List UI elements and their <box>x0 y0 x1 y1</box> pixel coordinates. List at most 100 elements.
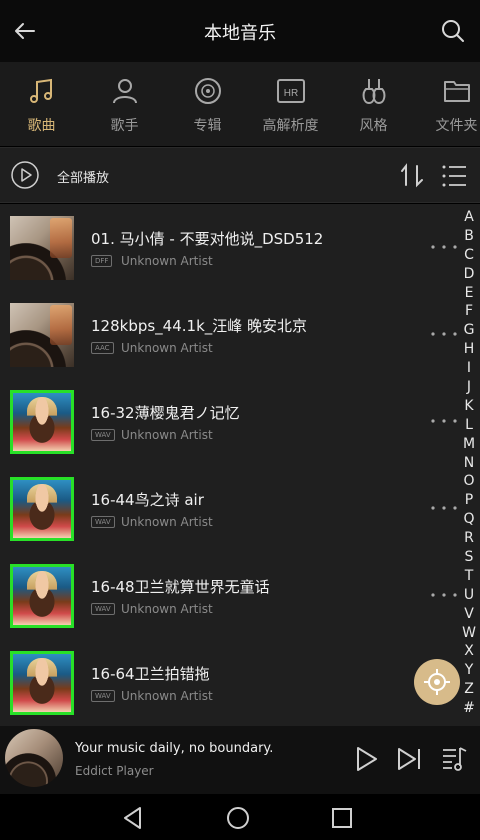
now-playing-title: Your music daily, no boundary. <box>75 741 274 756</box>
album-cover <box>10 651 74 715</box>
now-playing-art <box>5 729 63 787</box>
playlist-queue-icon[interactable] <box>440 744 468 774</box>
play-icon[interactable] <box>352 744 380 774</box>
play-all-bar: 全部播放 <box>0 147 480 203</box>
more-options-icon[interactable] <box>430 329 458 339</box>
album-cover <box>10 303 74 367</box>
album-cover <box>10 216 74 280</box>
index-letter[interactable]: U <box>460 586 478 605</box>
song-row[interactable]: 16-48卫兰就算世界无童话 WAV Unknown Artist <box>0 552 460 639</box>
alphabet-index[interactable]: A B C D E F G H I J K L M N O P Q R S T … <box>460 208 478 718</box>
song-title: 16-48卫兰就算世界无童话 <box>91 578 270 596</box>
more-options-icon[interactable] <box>430 503 458 513</box>
index-letter[interactable]: O <box>460 472 478 491</box>
index-letter[interactable]: B <box>460 227 478 246</box>
song-artist: Unknown Artist <box>121 428 213 442</box>
more-options-icon[interactable] <box>430 242 458 252</box>
format-badge: WAV <box>91 690 115 702</box>
more-options-icon[interactable] <box>430 416 458 426</box>
song-artist: Unknown Artist <box>121 602 213 616</box>
tab-folders[interactable]: 文件夹 <box>415 62 480 146</box>
index-letter[interactable]: P <box>460 491 478 510</box>
album-cover <box>10 564 74 628</box>
guitar-icon <box>362 79 385 105</box>
index-letter[interactable]: I <box>460 359 478 378</box>
index-letter[interactable]: T <box>460 567 478 586</box>
song-row[interactable]: 01. 马小倩 - 不要对他说_DSD512 DFF Unknown Artis… <box>0 204 460 291</box>
format-badge: WAV <box>91 516 115 528</box>
song-row[interactable]: 16-32薄樱鬼君ノ记忆 WAV Unknown Artist <box>0 378 460 465</box>
song-title: 16-32薄樱鬼君ノ记忆 <box>91 404 240 422</box>
index-letter[interactable]: M <box>460 435 478 454</box>
person-icon <box>112 79 137 104</box>
nav-home-icon[interactable] <box>225 805 251 831</box>
format-badge: AAC <box>91 342 114 354</box>
song-artist: Unknown Artist <box>121 341 213 355</box>
song-artist: Unknown Artist <box>121 515 213 529</box>
index-letter[interactable]: V <box>460 605 478 624</box>
tab-label: 歌曲 <box>27 118 56 134</box>
song-title: 128kbps_44.1k_汪峰 晚安北京 <box>91 317 308 335</box>
hr-icon: HR <box>276 79 305 103</box>
play-all-button[interactable]: 全部播放 <box>57 167 109 186</box>
index-letter[interactable]: F <box>460 302 478 321</box>
index-letter[interactable]: W <box>460 624 478 643</box>
index-letter[interactable]: A <box>460 208 478 227</box>
song-title: 01. 马小倩 - 不要对他说_DSD512 <box>91 230 324 248</box>
tab-label: 歌手 <box>110 118 139 134</box>
tab-label: 风格 <box>359 118 388 134</box>
song-artist: Unknown Artist <box>121 254 213 268</box>
tab-artists[interactable]: 歌手 <box>83 62 166 146</box>
index-letter[interactable]: X <box>460 642 478 661</box>
index-letter[interactable]: H <box>460 340 478 359</box>
index-letter[interactable]: Z <box>460 680 478 699</box>
disc-icon <box>194 78 221 104</box>
format-badge: WAV <box>91 603 115 615</box>
index-letter[interactable]: N <box>460 454 478 473</box>
index-letter[interactable]: K <box>460 397 478 416</box>
nav-recents-icon[interactable] <box>329 805 355 831</box>
tab-label: 文件夹 <box>435 118 478 134</box>
index-letter[interactable]: G <box>460 321 478 340</box>
song-row[interactable]: 16-44鸟之诗 air WAV Unknown Artist <box>0 465 460 552</box>
index-letter[interactable]: E <box>460 284 478 303</box>
now-playing-subtitle: Eddict Player <box>75 764 154 778</box>
search-icon[interactable] <box>438 16 468 46</box>
tab-hires[interactable]: HR 高解析度 <box>249 62 332 146</box>
format-badge: WAV <box>91 429 115 441</box>
index-letter[interactable]: Q <box>460 510 478 529</box>
music-note-icon <box>29 78 52 103</box>
tab-genres[interactable]: 风格 <box>332 62 415 146</box>
locate-current-button[interactable] <box>414 659 460 705</box>
more-options-icon[interactable] <box>430 590 458 600</box>
category-tabs: 歌曲 歌手 专辑 HR 高解析度 风格 文件夹 <box>0 62 480 146</box>
song-row[interactable]: 128kbps_44.1k_汪峰 晚安北京 AAC Unknown Artist <box>0 291 460 378</box>
album-cover <box>10 390 74 454</box>
index-letter[interactable]: R <box>460 529 478 548</box>
song-list: 01. 马小倩 - 不要对他说_DSD512 DFF Unknown Artis… <box>0 204 480 726</box>
index-letter[interactable]: J <box>460 378 478 397</box>
index-letter[interactable]: D <box>460 265 478 284</box>
system-nav-bar <box>0 794 480 840</box>
mini-player[interactable]: Your music daily, no boundary. Eddict Pl… <box>0 726 480 794</box>
index-letter[interactable]: # <box>460 699 478 718</box>
svg-text:HR: HR <box>283 88 297 99</box>
index-letter[interactable]: L <box>460 416 478 435</box>
tab-albums[interactable]: 专辑 <box>166 62 249 146</box>
index-letter[interactable]: S <box>460 548 478 567</box>
page-title: 本地音乐 <box>204 23 276 44</box>
app-header: 本地音乐 <box>0 0 480 62</box>
song-row[interactable]: 16-64卫兰拍错拖 WAV Unknown Artist <box>0 639 460 726</box>
song-title: 16-64卫兰拍错拖 <box>91 665 210 683</box>
album-cover <box>10 477 74 541</box>
tab-songs[interactable]: 歌曲 <box>0 62 83 146</box>
index-letter[interactable]: C <box>460 246 478 265</box>
crosshair-icon <box>424 669 450 695</box>
nav-back-icon[interactable] <box>120 805 146 831</box>
index-letter[interactable]: Y <box>460 661 478 680</box>
song-artist: Unknown Artist <box>121 689 213 703</box>
list-menu-icon[interactable] <box>440 162 468 190</box>
sort-icon[interactable] <box>398 162 426 190</box>
next-track-icon[interactable] <box>394 744 424 774</box>
play-all-icon[interactable] <box>10 160 40 190</box>
